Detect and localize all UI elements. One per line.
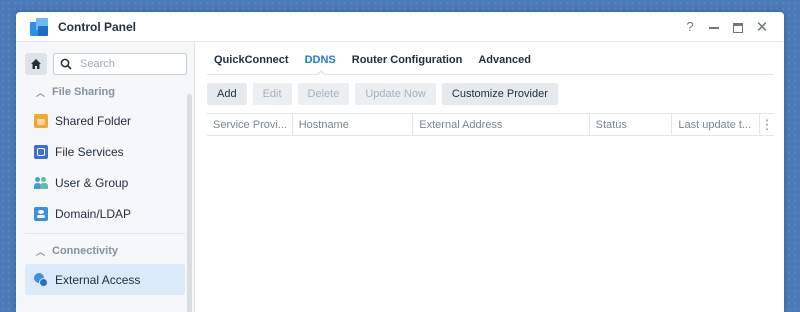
- sidebar-item-label: External Access: [55, 272, 141, 287]
- sidebar-item-label: User & Group: [55, 175, 129, 190]
- home-icon: [31, 59, 41, 69]
- tab-router-configuration[interactable]: Router Configuration: [345, 54, 472, 74]
- search-input[interactable]: [78, 57, 182, 71]
- tab-quickconnect[interactable]: QuickConnect: [207, 54, 298, 74]
- sidebar-item-external-access[interactable]: External Access: [25, 264, 185, 295]
- section-file-sharing[interactable]: ︿ File Sharing: [16, 79, 194, 105]
- maximize-icon: [733, 22, 743, 33]
- window-title: Control Panel: [58, 19, 137, 34]
- column-service-provider[interactable]: Service Provi...: [207, 114, 293, 135]
- chevron-up-icon: ︿: [36, 87, 46, 98]
- sidebar-item-domain-ldap[interactable]: Domain/LDAP: [25, 198, 185, 229]
- minimize-button[interactable]: [702, 19, 726, 34]
- divider: [25, 233, 185, 234]
- shared-folder-icon: [34, 113, 48, 128]
- column-menu-icon[interactable]: ⋮: [760, 114, 774, 135]
- help-button[interactable]: ?: [678, 19, 702, 34]
- sidebar-item-file-services[interactable]: File Services: [25, 136, 185, 167]
- tab-advanced[interactable]: Advanced: [471, 54, 540, 74]
- customize-provider-button[interactable]: Customize Provider: [441, 83, 558, 105]
- search-icon: [60, 58, 72, 70]
- main-panel: QuickConnect DDNS Router Configuration A…: [195, 42, 784, 312]
- control-panel-app-icon: [30, 17, 48, 36]
- column-last-update[interactable]: Last update t...: [672, 114, 761, 135]
- column-external-address[interactable]: External Address: [413, 114, 590, 135]
- sidebar-item-label: File Services: [55, 144, 124, 159]
- section-label: File Sharing: [52, 86, 115, 98]
- sidebar-item-label: Shared Folder: [55, 113, 132, 128]
- sidebar-item-shared-folder[interactable]: Shared Folder: [25, 105, 185, 136]
- minimize-icon: [709, 26, 719, 29]
- file-services-icon: [34, 144, 48, 159]
- chevron-up-icon: ︿: [36, 246, 46, 257]
- section-connectivity[interactable]: ︿ Connectivity: [16, 238, 194, 264]
- section-label: Connectivity: [52, 245, 119, 257]
- table-header: Service Provi... Hostname External Addre…: [207, 113, 774, 136]
- maximize-button[interactable]: [726, 19, 750, 34]
- tab-bar: QuickConnect DDNS Router Configuration A…: [207, 42, 774, 76]
- column-hostname[interactable]: Hostname: [293, 114, 414, 135]
- control-panel-window: Control Panel ? ✕ ︿ Fil: [16, 12, 784, 312]
- home-button[interactable]: [25, 53, 47, 75]
- update-now-button[interactable]: Update Now: [355, 83, 436, 105]
- search-box[interactable]: [53, 53, 187, 75]
- user-group-icon: [34, 176, 48, 190]
- add-button[interactable]: Add: [207, 83, 247, 105]
- sidebar: ︿ File Sharing Shared Folder File Servic…: [16, 42, 195, 312]
- delete-button[interactable]: Delete: [297, 83, 350, 105]
- sidebar-scrollbar[interactable]: [187, 94, 192, 312]
- toolbar: Add Edit Delete Update Now Customize Pro…: [207, 83, 784, 105]
- close-button[interactable]: ✕: [750, 18, 774, 36]
- external-access-icon: [34, 272, 48, 287]
- sidebar-item-label: Domain/LDAP: [55, 206, 132, 221]
- domain-ldap-icon: [34, 206, 48, 221]
- edit-button[interactable]: Edit: [252, 83, 292, 105]
- title-bar: Control Panel ? ✕: [16, 12, 784, 42]
- column-status[interactable]: Status: [590, 114, 673, 135]
- sidebar-item-user-group[interactable]: User & Group: [25, 167, 185, 198]
- tab-ddns[interactable]: DDNS: [298, 54, 345, 76]
